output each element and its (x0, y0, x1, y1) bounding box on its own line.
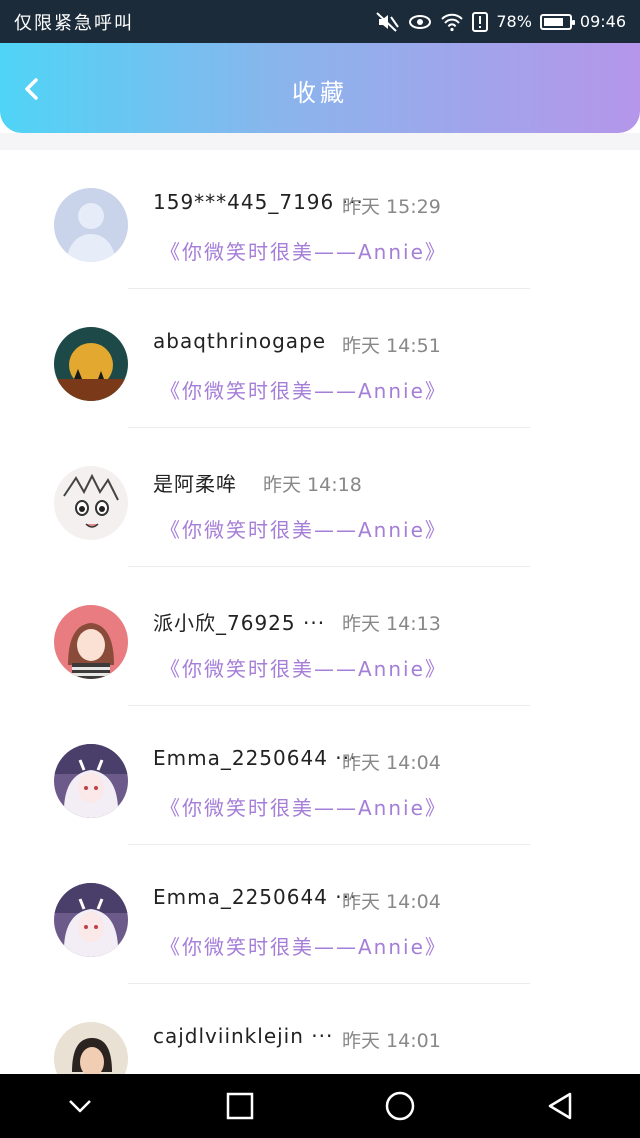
timestamp: 昨天 14:18 (263, 474, 362, 496)
battery-icon (539, 13, 575, 30)
back-triangle-icon (548, 1092, 572, 1120)
timestamp: 昨天 14:04 (342, 891, 441, 913)
favorited-title[interactable]: 《你微笑时很美——Annie》 (160, 375, 447, 404)
eye-icon (408, 13, 432, 31)
user-name: cajdlviinklejin ··· (153, 1024, 334, 1048)
avatar[interactable] (54, 466, 128, 540)
home-circle-icon (385, 1091, 415, 1121)
chevron-down-icon (69, 1100, 91, 1113)
avatar[interactable] (54, 605, 128, 679)
favorited-title[interactable]: 《你微笑时很美——Annie》 (160, 653, 447, 682)
status-icons: 78% 09:46 (376, 11, 626, 32)
timestamp: 昨天 14:51 (342, 335, 441, 357)
user-name: Emma_2250644 ··· (153, 885, 358, 909)
nav-back-button[interactable] (530, 1076, 590, 1136)
user-name: 是阿柔哞 (153, 472, 237, 496)
nav-collapse-button[interactable] (50, 1076, 110, 1136)
favorited-title[interactable]: 《你微笑时很美——Annie》 (160, 236, 447, 265)
avatar[interactable] (54, 1022, 128, 1074)
battery-percent: 78% (496, 12, 532, 31)
nav-recents-button[interactable] (210, 1076, 270, 1136)
page-title: 收藏 (292, 79, 348, 107)
list-item[interactable]: 是阿柔哞 昨天 14:18 《你微笑时很美——Annie》 (0, 428, 640, 567)
clock: 09:46 (579, 12, 626, 31)
list-item[interactable]: abaqthrinogape 昨天 14:51 《你微笑时很美——Annie》 (0, 289, 640, 428)
header: 收藏 (0, 43, 640, 133)
favorites-list[interactable]: 159***445_7196 ··· 昨天 15:29 《你微笑时很美——Annie… (0, 150, 640, 1074)
avatar[interactable] (54, 327, 128, 401)
user-name: 派小欣_76925 ··· (153, 611, 326, 635)
user-name: Emma_2250644 ··· (153, 746, 358, 770)
user-name: abaqthrinogape (153, 329, 327, 353)
list-item[interactable]: 派小欣_76925 ··· 昨天 14:13 《你微笑时很美——Annie》 (0, 567, 640, 706)
recents-square-icon (226, 1092, 254, 1120)
timestamp: 昨天 14:01 (342, 1030, 441, 1052)
system-nav-bar (0, 1074, 640, 1138)
list-item[interactable]: cajdlviinklejin ···昨天 14:01《你微笑时很美——Anni… (0, 984, 640, 1074)
nav-home-button[interactable] (370, 1076, 430, 1136)
favorited-title[interactable]: 《你微笑时很美——Annie》 (160, 931, 447, 960)
alert-icon (472, 11, 489, 32)
favorited-title[interactable]: 《你微笑时很美——Annie》 (160, 514, 447, 543)
list-item[interactable]: Emma_2250644 ··· 昨天 14:04 《你微笑时很美——Annie》 (0, 706, 640, 845)
timestamp: 昨天 15:29 (342, 196, 441, 218)
timestamp: 昨天 14:04 (342, 752, 441, 774)
header-gap (0, 133, 640, 150)
list-item[interactable]: 159***445_7196 ··· 昨天 15:29 《你微笑时很美——Annie… (0, 150, 640, 289)
mute-icon (376, 11, 400, 32)
wifi-icon (440, 12, 464, 32)
favorited-title[interactable]: 《你微笑时很美——Annie》 (160, 792, 447, 821)
carrier-text: 仅限紧急呼叫 (14, 12, 134, 34)
list-item[interactable]: Emma_2250644 ··· 昨天 14:04 《你微笑时很美——Annie》 (0, 845, 640, 984)
avatar[interactable] (54, 188, 128, 262)
timestamp: 昨天 14:13 (342, 613, 441, 635)
avatar[interactable] (54, 883, 128, 957)
status-bar: 仅限紧急呼叫 78% 09:46 (0, 0, 640, 43)
user-name: 159***445_7196 ··· (153, 190, 364, 214)
avatar[interactable] (54, 744, 128, 818)
